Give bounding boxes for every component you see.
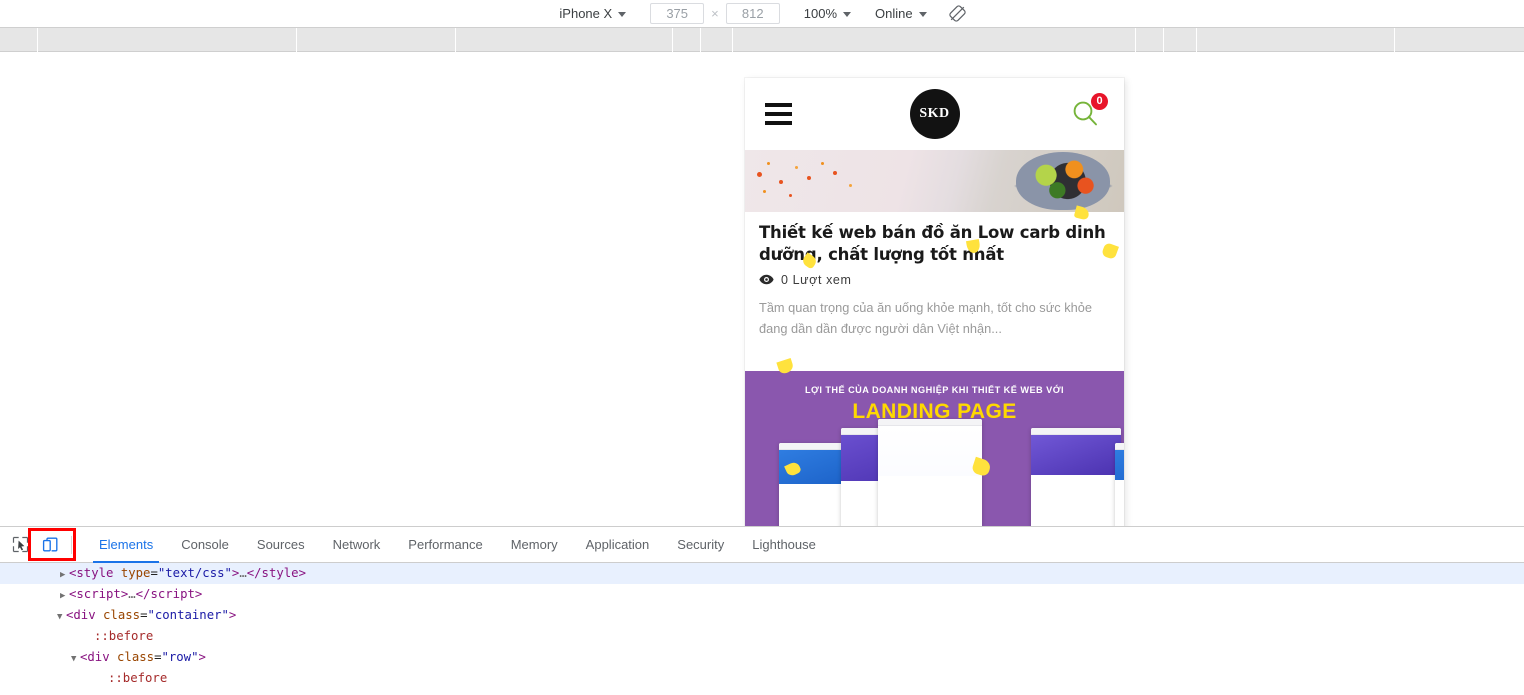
dom-token-plain: = [150,566,158,580]
site-logo[interactable]: SKD [909,89,960,139]
rotate-device-button[interactable] [945,3,971,25]
chevron-down-icon [918,12,927,17]
article-meta: 0 Lượt xem [759,273,1110,287]
tab-security[interactable]: Security [663,527,738,563]
twisty-collapsed-icon[interactable]: ▶ [60,586,69,607]
dom-tree-row[interactable]: ▼ <div class="row"> [0,647,1524,668]
tab-performance[interactable]: Performance [394,527,496,563]
search-count-badge: 0 [1091,93,1108,110]
toggle-device-toolbar-icon [42,537,57,552]
tab-label: Security [677,537,725,552]
tab-label: Lighthouse [752,537,816,552]
article-view-count: 0 Lượt xem [781,272,852,287]
dom-tree-row[interactable]: ▶ <script>…</script> [0,584,1524,605]
dom-token-punc: </ [135,587,151,601]
dimension-separator: × [711,6,719,21]
devtools-tabbar: Elements Console Sources Network Perform… [0,527,1524,563]
device-selector[interactable]: iPhone X [553,4,632,23]
tab-memory[interactable]: Memory [497,527,572,563]
twisty-collapsed-icon[interactable]: ▶ [60,565,69,586]
dom-tree-row[interactable]: ▼ <div class="container"> [0,605,1524,626]
tab-label: Application [585,537,650,552]
twisty-expanded-icon[interactable]: ▼ [57,607,66,628]
dom-token-tag: style [76,566,114,580]
dom-tree-row[interactable]: ::before [0,668,1524,689]
dom-token-pseudo: ::before [108,671,168,685]
dom-token-ell: … [239,566,247,580]
tab-label: Memory [510,537,558,552]
article-hero-image [745,150,1124,212]
site-header: SKD 0 [745,78,1124,150]
tab-label: Sources [256,537,305,552]
network-throttling-label: Online [875,6,913,21]
devtools-tabs: Elements Console Sources Network Perform… [85,527,830,563]
twisty-expanded-icon[interactable]: ▼ [71,649,80,670]
dom-token-tag: div [73,608,96,622]
dom-token-plain [96,608,103,622]
tab-application[interactable]: Application [572,527,664,563]
promo-banner-subtitle: LỢI THẾ CỦA DOANH NGHIỆP KHI THIẾT KẾ WE… [805,385,1064,396]
tab-label: Console [181,537,229,552]
dom-token-attr: type [120,566,151,580]
promo-banner[interactable]: LỢI THẾ CỦA DOANH NGHIỆP KHI THIẾT KẾ WE… [745,371,1124,526]
inspect-element-icon [12,536,28,553]
search-button[interactable]: 0 [1070,93,1108,130]
inspect-element-button[interactable] [6,531,34,559]
dom-token-val: "text/css" [157,566,232,580]
dom-token-tag: script [76,587,121,601]
device-toolbar: iPhone X 375 × 812 100% Online [0,0,1524,27]
dom-token-punc: > [198,650,206,664]
zoom-selector-label: 100% [803,6,838,21]
tab-network[interactable]: Network [319,527,395,563]
dom-token-plain [113,566,120,580]
tab-lighthouse[interactable]: Lighthouse [738,527,830,563]
dom-token-ell: … [128,587,136,601]
dom-token-val: "container" [147,608,229,622]
page-canvas: SKD 0 Thiết kế web bán đồ ăn Low carb di… [0,53,1524,526]
dom-token-plain [110,650,117,664]
dom-token-attr: class [103,608,141,622]
tab-label: Elements [99,537,154,552]
zoom-selector[interactable]: 100% [798,4,857,23]
devtools-panel: Elements Console Sources Network Perform… [0,526,1524,695]
tab-sources[interactable]: Sources [243,527,319,563]
dom-tree[interactable]: ▶ <style type="text/css">…</style> ▶ <scrip… [0,563,1524,695]
tab-label: Performance [408,537,483,552]
rotate-device-icon [949,5,966,22]
dom-tree-row[interactable]: ▶ <style type="text/css">…</style> [0,563,1524,584]
dom-token-tag: style [261,566,299,580]
dom-token-tag: div [87,650,110,664]
dom-token-punc: > [298,566,306,580]
viewport-height-input[interactable]: 812 [725,3,780,24]
emulated-mobile-viewport[interactable]: SKD 0 Thiết kế web bán đồ ăn Low carb di… [745,78,1124,526]
dom-token-tag: script [150,587,195,601]
dom-token-val: "row" [161,650,199,664]
dom-token-attr: class [117,650,155,664]
dom-token-punc: > [228,608,237,622]
site-logo-text: SKD [919,106,950,121]
viewport-ruler [0,27,1524,53]
device-selector-label: iPhone X [559,6,613,21]
tab-label: Network [332,537,381,552]
dom-token-punc: </ [246,566,262,580]
toolbar-divider [71,535,72,554]
devtools-device-mode-window: iPhone X 375 × 812 100% Online SKD 0 Thi… [0,0,1524,695]
viewport-width-input[interactable]: 375 [650,3,705,24]
chevron-down-icon [843,12,852,17]
eye-icon [759,275,774,285]
toggle-device-toolbar-button[interactable] [36,531,64,559]
article-excerpt: Tầm quan trọng của ăn uống khỏe mạnh, tố… [759,299,1092,336]
article-card: Thiết kế web bán đồ ăn Low carb dinh dưỡ… [745,205,1124,375]
network-throttling-selector[interactable]: Online [869,4,933,23]
hamburger-menu-icon[interactable] [765,103,792,125]
tab-elements[interactable]: Elements [85,527,167,563]
tab-console[interactable]: Console [167,527,243,563]
dom-tree-row[interactable]: ::before [0,626,1524,647]
dom-token-pseudo: ::before [94,629,154,643]
dom-token-punc: > [194,587,203,601]
chevron-down-icon [618,12,627,17]
